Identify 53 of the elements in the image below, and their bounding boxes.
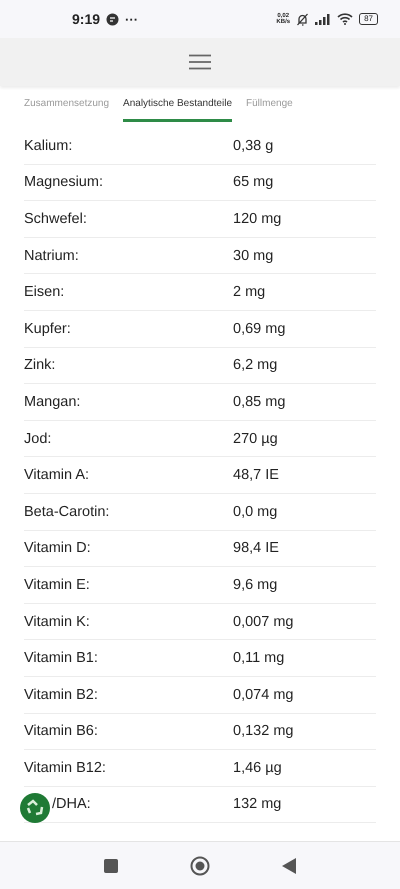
battery-level: 87: [359, 13, 378, 25]
nutrient-name: Vitamin E:: [24, 576, 91, 593]
tab[interactable]: Füllmenge: [246, 96, 293, 122]
nutrient-value: 120 mg: [233, 210, 282, 227]
nutrient-name: Vitamin B12:: [24, 760, 107, 776]
nutrient-value: 0,38 g: [233, 138, 274, 154]
bell-muted-icon: [296, 12, 310, 26]
nutrient-name: Vitamin B6:: [24, 723, 99, 740]
nutrient-name: Mangan:: [24, 394, 82, 410]
nutrient-value: 98,4 IE: [233, 540, 279, 556]
nutrient-name: Jod:: [24, 430, 52, 447]
recycle-badge-icon[interactable]: [20, 793, 50, 823]
nutrient-value: 48,7 IE: [233, 467, 279, 484]
nutrient-value: 9,6 mg: [233, 576, 278, 593]
nutrient-name: Zink:: [24, 357, 56, 374]
nutrient-name: Beta-Carotin:: [24, 504, 110, 520]
nutrient-value: 0,0 mg: [233, 504, 278, 520]
nutrient-name: /DHA:: [51, 796, 92, 812]
nutrient-value: 0,69 mg: [233, 320, 286, 337]
nutrient-value: 0,11 mg: [233, 650, 284, 666]
nutrient-name: Vitamin K:: [24, 614, 91, 630]
nutrient-name: Schwefel:: [24, 210, 88, 227]
nutrient-value: 6,2 mg: [233, 357, 278, 374]
nutrient-value: 65 mg: [233, 174, 274, 190]
menu-icon[interactable]: [189, 54, 211, 70]
nutrient-name: Eisen:: [24, 284, 66, 300]
chat-icon: [106, 12, 120, 26]
nutrient-name: Vitamin D:: [24, 540, 92, 556]
home-icon[interactable]: [190, 856, 210, 876]
nutrient-name: Vitamin A:: [24, 467, 90, 484]
nutrient-value: 2 mg: [233, 284, 266, 300]
nutrient-value: 0,007 mg: [233, 614, 294, 630]
tab[interactable]: Zusammensetzung: [24, 96, 110, 122]
nutrient-name: Kalium:: [24, 138, 74, 154]
signal-icon: [315, 14, 332, 24]
nutrient-name: Magnesium:: [24, 174, 104, 190]
nutrient-value: 1,46 µg: [233, 760, 282, 776]
more-notifications: ···: [125, 12, 138, 26]
status-time: 9:19: [72, 11, 100, 27]
nutrient-value: 132 mg: [233, 796, 282, 812]
nutrient-value: 0,85 mg: [233, 394, 286, 410]
back-icon[interactable]: [282, 858, 296, 874]
recents-icon[interactable]: [104, 858, 118, 872]
nutrient-value: 0,074 mg: [233, 686, 294, 703]
tab[interactable]: Analytische Bestandteile: [123, 96, 232, 122]
nutrient-value: 270 µg: [233, 430, 278, 447]
nutrient-name: Kupfer:: [24, 320, 72, 337]
nutrient-value: 30 mg: [233, 248, 274, 264]
wifi-icon: [337, 13, 354, 25]
nutrient-name: Vitamin B2:: [24, 686, 99, 703]
nutrient-name: Vitamin B1:: [24, 650, 99, 666]
nutrient-name: Natrium:: [24, 248, 80, 264]
nutrient-value: 0,132 mg: [233, 723, 294, 740]
